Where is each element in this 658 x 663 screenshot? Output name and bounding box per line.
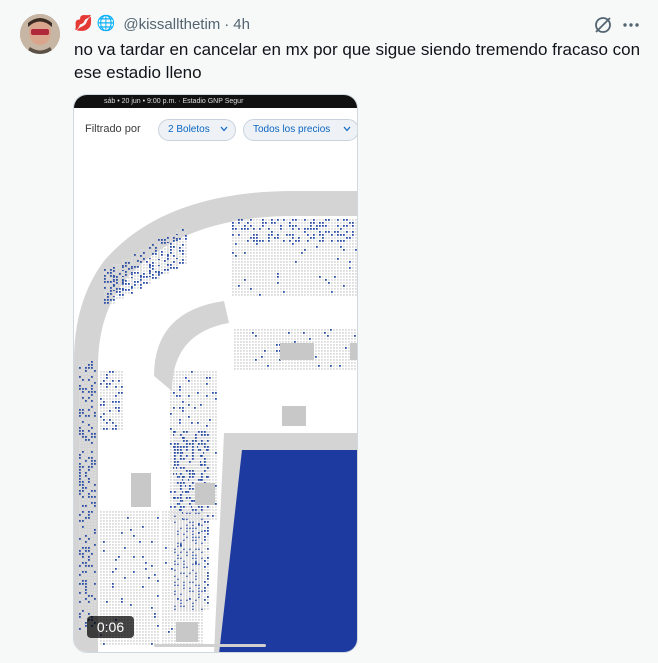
chevron-down-icon [220,126,228,132]
price-filter-label: Todos los precios [253,124,331,135]
filter-label: Filtrado por [85,123,141,135]
chevron-down-icon [343,126,351,132]
section-block [350,343,357,360]
section-block [282,406,306,426]
section-block [131,473,151,507]
field [219,450,357,652]
globe-emoji: 🌐 [96,15,116,32]
price-filter-pill[interactable]: Todos los precios [243,119,357,141]
avatar[interactable] [20,14,60,54]
more-options-icon[interactable] [620,14,642,36]
section-block [176,622,198,642]
tickets-filter-label: 2 Boletos [168,124,210,135]
video-duration: 0:06 [87,616,134,638]
tweet[interactable]: 💋 🌐 @kissallthetim · 4h no va tardar en … [0,0,658,663]
timestamp[interactable]: 4h [233,16,250,33]
event-info: sáb • 20 jun • 9:00 p.m. · Estadio GNP S… [104,98,244,105]
tweet-header: 💋 🌐 @kissallthetim · 4h [74,13,250,35]
tickets-filter-pill[interactable]: 2 Boletos [158,119,236,141]
video-scrubber[interactable] [154,644,266,647]
phone-status-bar: sáb • 20 jun • 9:00 p.m. · Estadio GNP S… [74,95,357,108]
grok-icon[interactable] [592,14,614,36]
separator-dot: · [224,15,230,33]
filter-bar: Filtrado por 2 Boletos Todos los precios [74,109,357,152]
user-handle[interactable]: @kissallthetim [123,16,220,33]
stadium-seat-map[interactable] [74,151,358,653]
tweet-text: no va tardar en cancelar en mx por que s… [74,40,641,82]
section-block [280,343,314,360]
section-block [195,483,215,505]
video-player[interactable]: sáb • 20 jun • 9:00 p.m. · Estadio GNP S… [73,94,358,653]
kiss-emoji: 💋 [74,15,93,32]
